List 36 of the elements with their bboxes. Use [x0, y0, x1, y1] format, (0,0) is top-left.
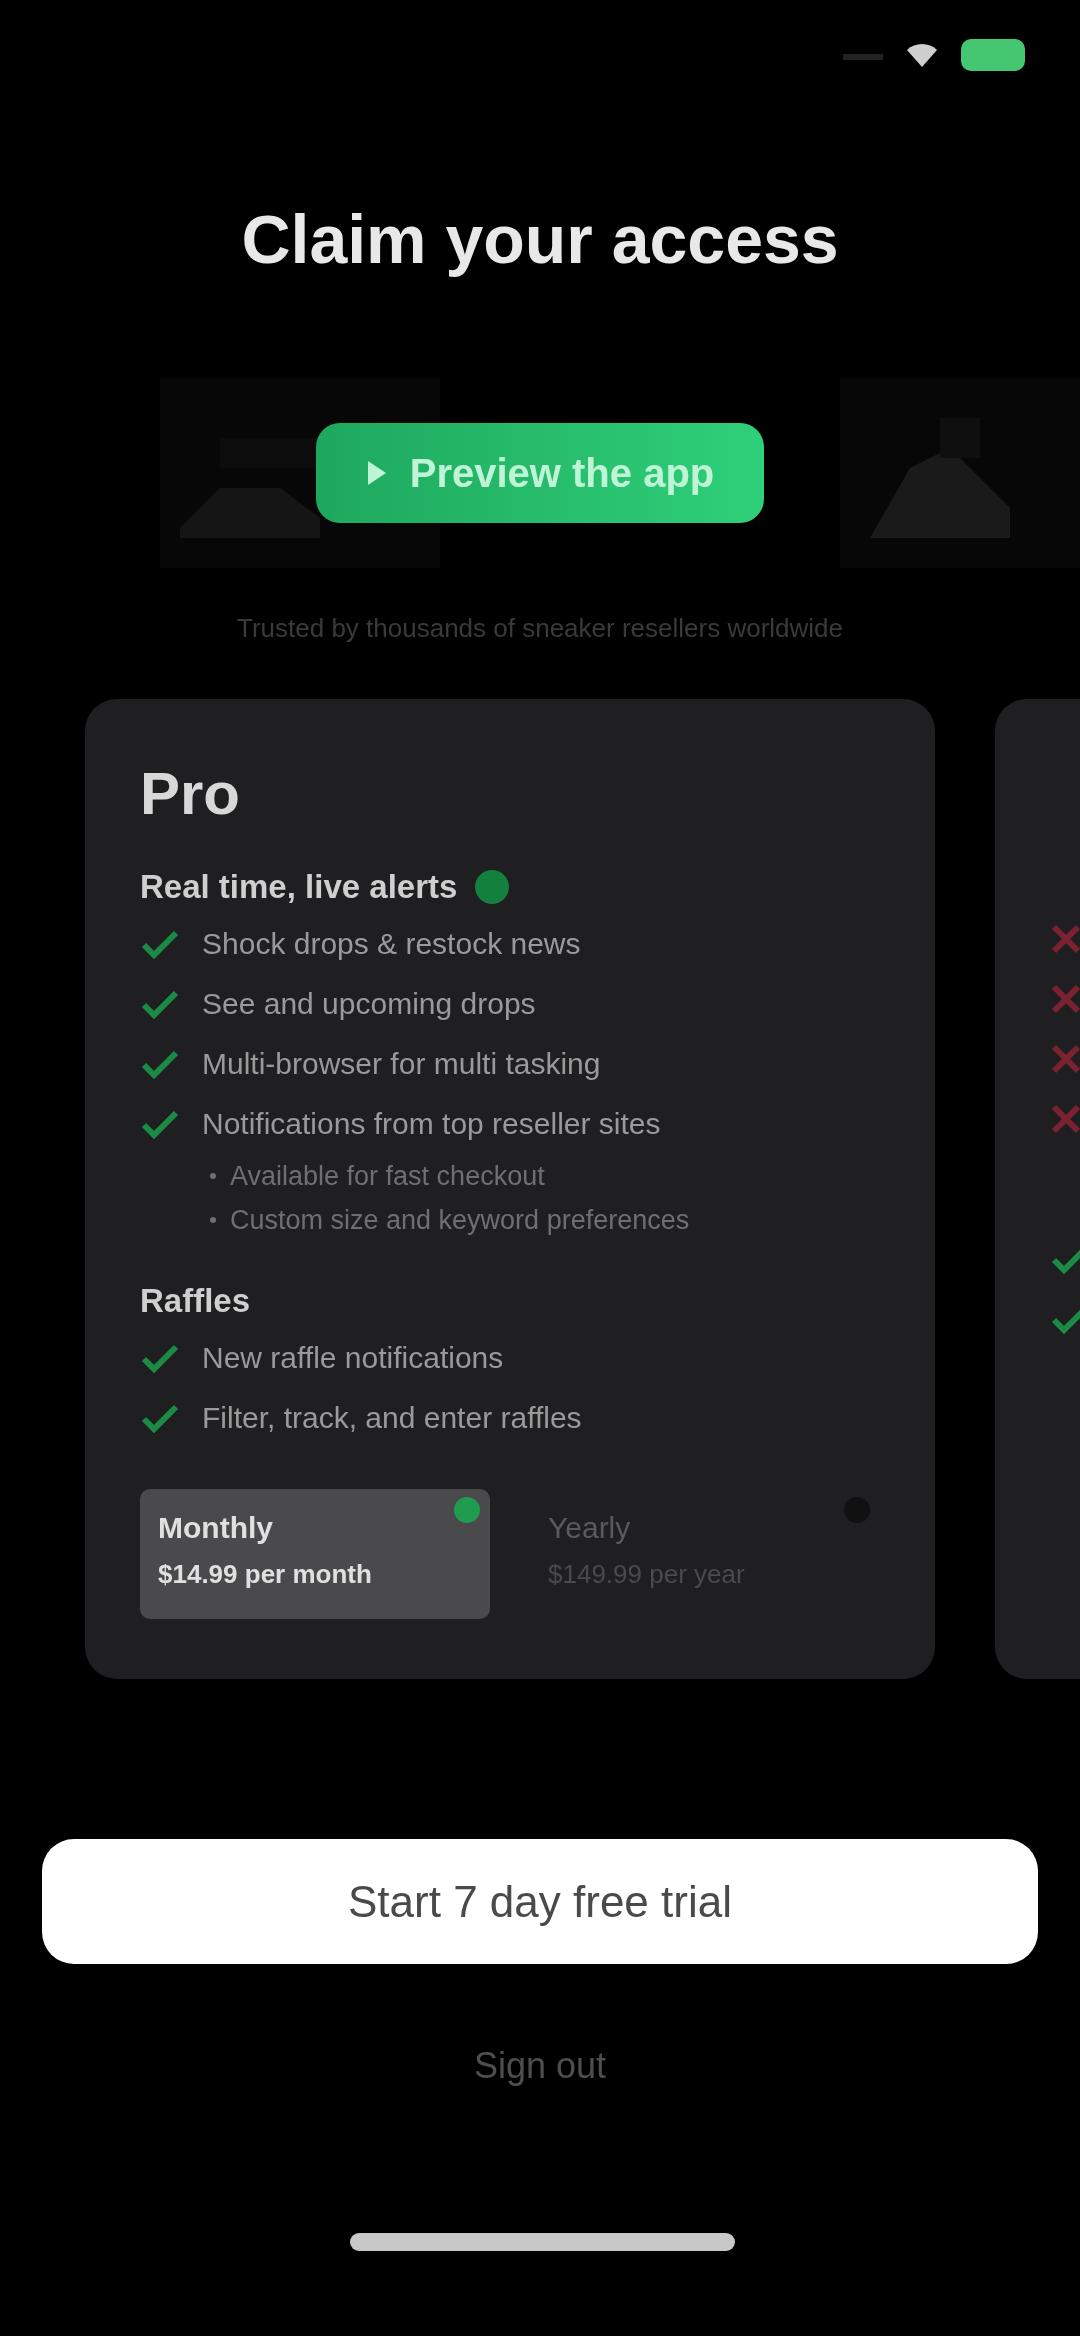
- play-icon: [365, 459, 388, 487]
- radio-icon: [454, 1497, 480, 1523]
- feature-text: Filter, track, and enter raffles: [202, 1401, 582, 1435]
- feature-text: See and upcoming drops: [202, 987, 536, 1021]
- wifi-icon: [905, 41, 939, 69]
- feature-text: Multi-browser for multi tasking: [202, 1047, 601, 1081]
- page-title: Claim your access: [241, 200, 839, 278]
- bullet-icon: [210, 1173, 216, 1179]
- section-heading: Real time, live alerts: [140, 868, 458, 906]
- cross-icon: [1050, 923, 1080, 955]
- check-icon: [140, 928, 180, 960]
- battery-icon: [961, 39, 1025, 71]
- plan-option[interactable]: Monthly $14.99 per month: [140, 1489, 490, 1619]
- preview-button[interactable]: Preview the app: [315, 423, 765, 523]
- check-icon: [140, 1402, 180, 1434]
- option-period: Yearly: [548, 1511, 632, 1545]
- option-price: $14.99 per month: [158, 1559, 373, 1590]
- check-icon: [140, 1108, 180, 1140]
- cross-icon: [1050, 1103, 1080, 1135]
- feature-text: New raffle notifications: [202, 1341, 504, 1375]
- bullet-icon: [210, 1217, 216, 1223]
- feature-text: Notifications from top reseller sites: [202, 1107, 661, 1141]
- cross-icon: [1050, 1043, 1080, 1075]
- feature-text: Shock drops & restock news: [202, 927, 581, 961]
- caption: Trusted by thousands of sneaker resellers worldwide: [237, 613, 843, 644]
- option-period: Monthly: [158, 1511, 274, 1545]
- sub-feature-text: Available for fast checkout: [230, 1160, 545, 1192]
- check-icon: [140, 1342, 180, 1374]
- sub-feature-text: Custom size and keyword preferences: [230, 1204, 690, 1236]
- cross-icon: [1050, 983, 1080, 1015]
- check-icon: [140, 1048, 180, 1080]
- sign-out-link[interactable]: Sign out: [467, 2044, 613, 2088]
- check-icon: [140, 988, 180, 1020]
- plan-name: Pro: [140, 759, 242, 828]
- trial-button[interactable]: Start 7 day free trial: [42, 1839, 1038, 1964]
- section-heading: Raffles: [140, 1282, 251, 1320]
